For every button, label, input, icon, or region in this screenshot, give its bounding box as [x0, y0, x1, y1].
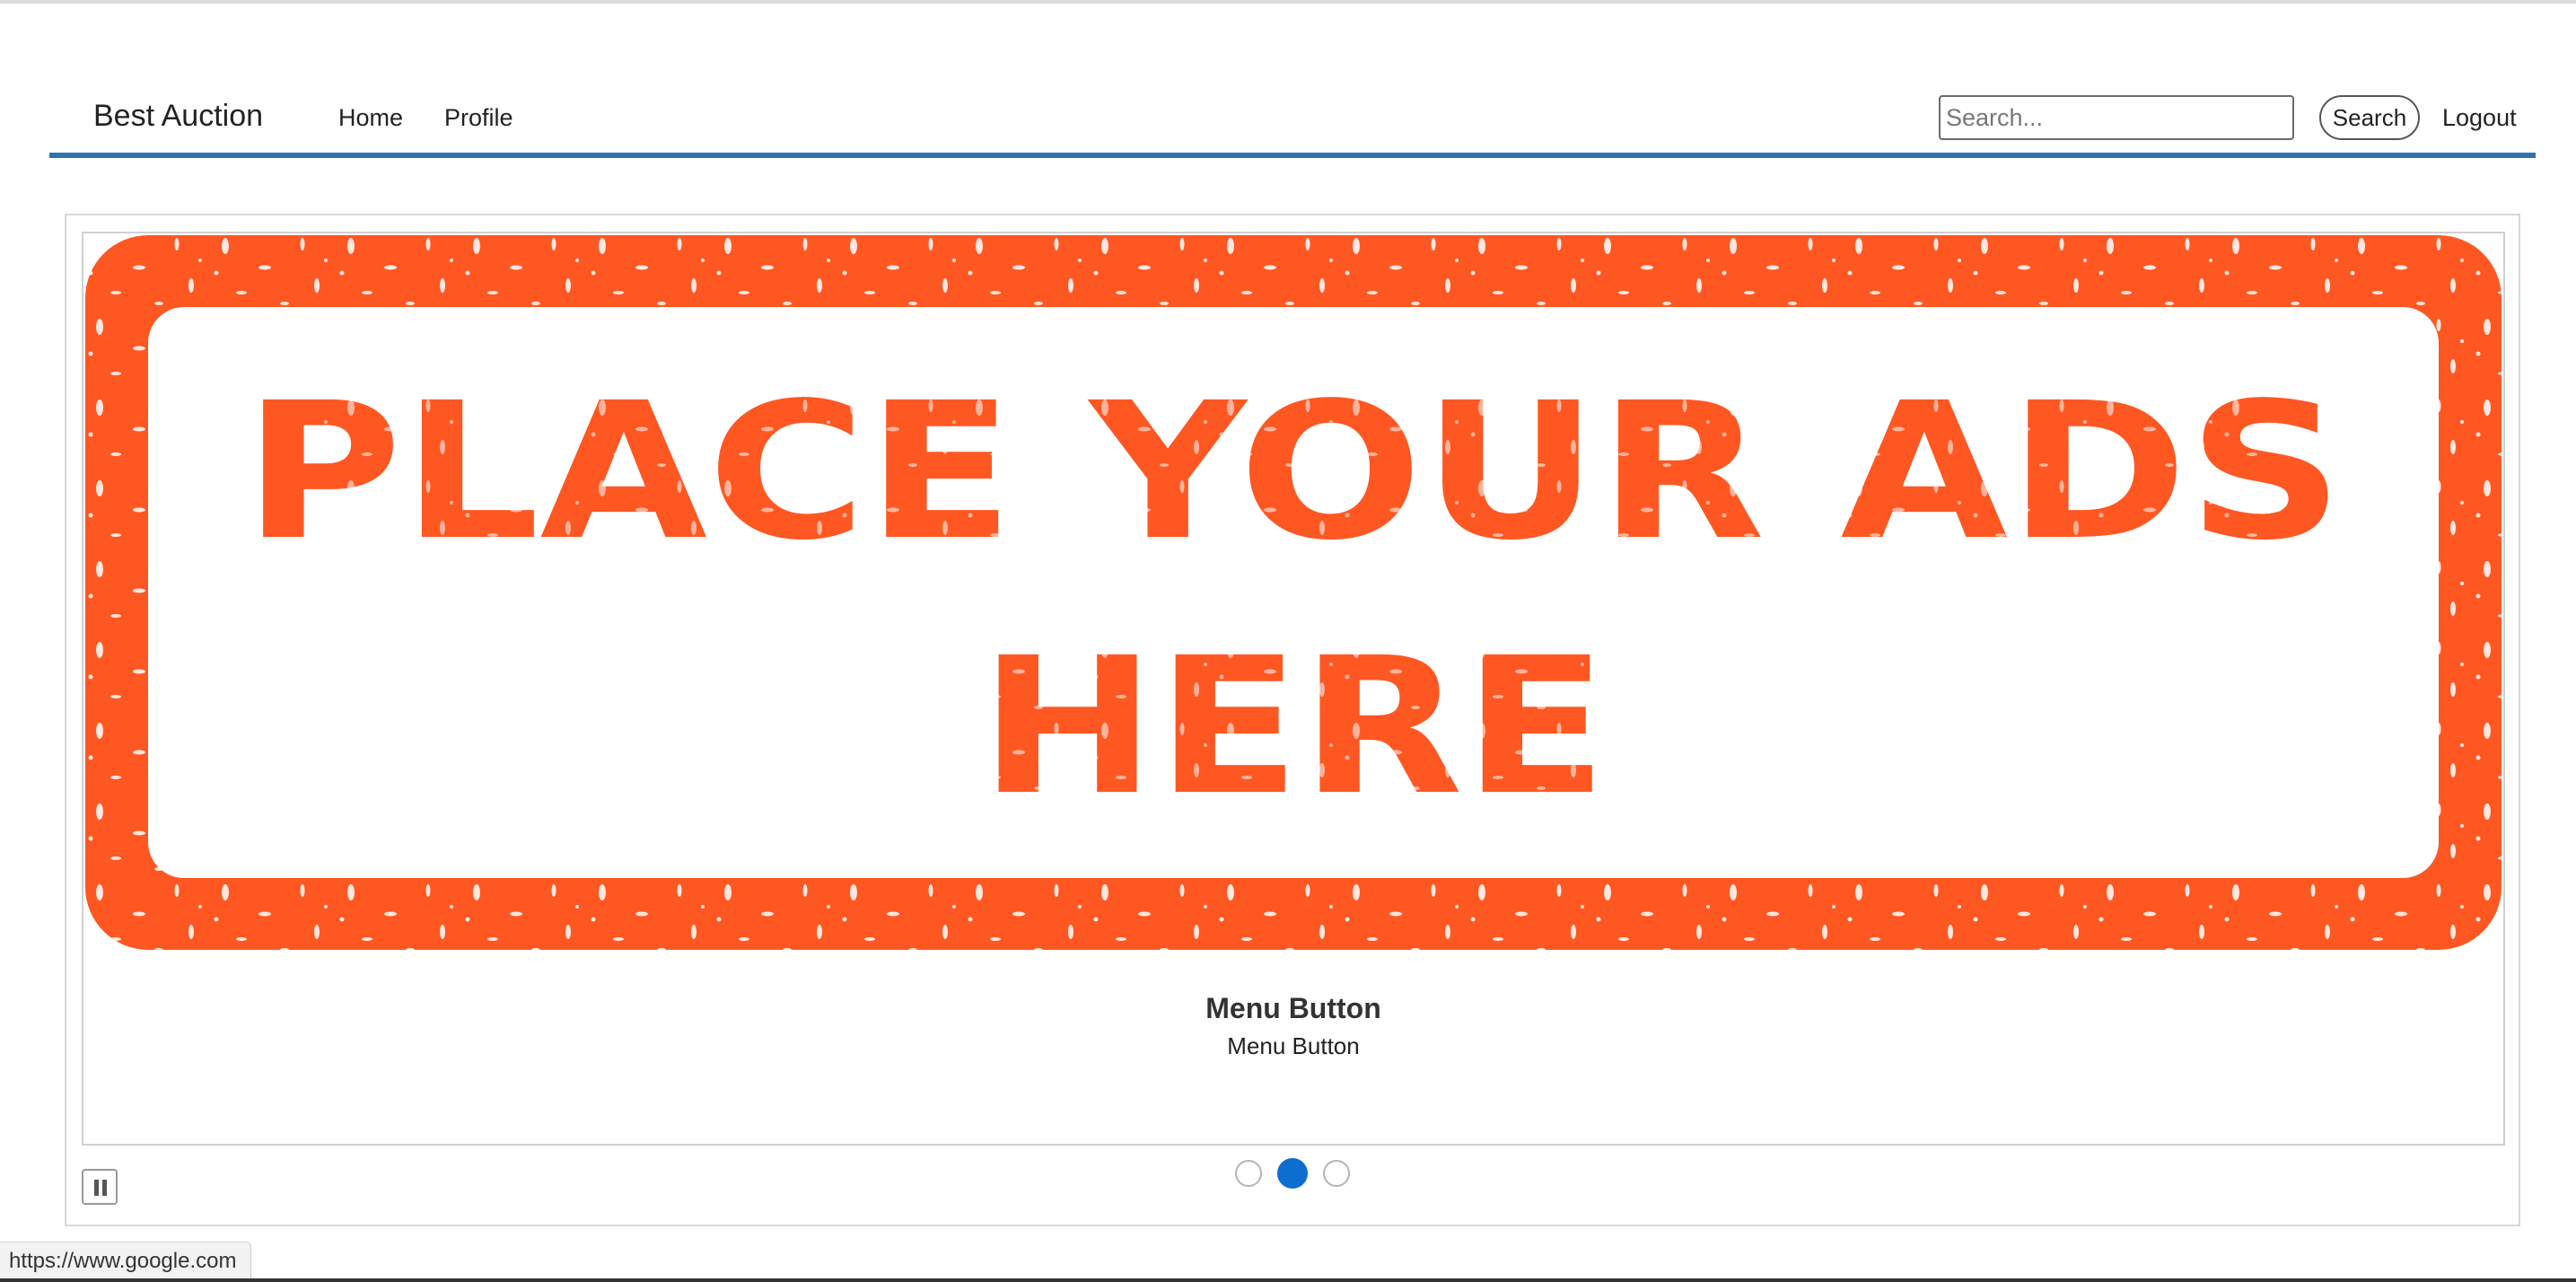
carousel-indicator-1[interactable]	[1235, 1160, 1262, 1187]
ad-banner-image[interactable]: PLACE YOUR ADS HERE	[83, 233, 2503, 952]
search-button[interactable]: Search	[2319, 95, 2420, 140]
browser-top-border	[0, 0, 2576, 4]
brand-logo[interactable]: Best Auction	[93, 99, 263, 134]
logout-link[interactable]: Logout	[2442, 104, 2517, 132]
browser-status-url: https://www.google.com	[0, 1242, 252, 1280]
ad-carousel: PLACE YOUR ADS HERE Menu Button Menu But…	[65, 214, 2520, 1226]
carousel-slide[interactable]: PLACE YOUR ADS HERE Menu Button Menu But…	[82, 232, 2505, 1146]
slide-caption-text: Menu Button	[1227, 1032, 1360, 1059]
search-input[interactable]	[1939, 95, 2294, 140]
nav-link-home[interactable]: Home	[338, 104, 403, 132]
carousel-pause-button[interactable]	[82, 1169, 118, 1205]
slide-caption-title: Menu Button	[1205, 992, 1381, 1024]
pause-icon	[94, 1180, 99, 1196]
top-navbar: Best Auction Home Profile Search Logout	[49, 86, 2536, 158]
nav-link-profile[interactable]: Profile	[444, 104, 513, 132]
carousel-indicator-3[interactable]	[1323, 1160, 1350, 1187]
carousel-indicator-2[interactable]	[1277, 1158, 1308, 1189]
browser-bottom-border	[0, 1278, 2576, 1282]
